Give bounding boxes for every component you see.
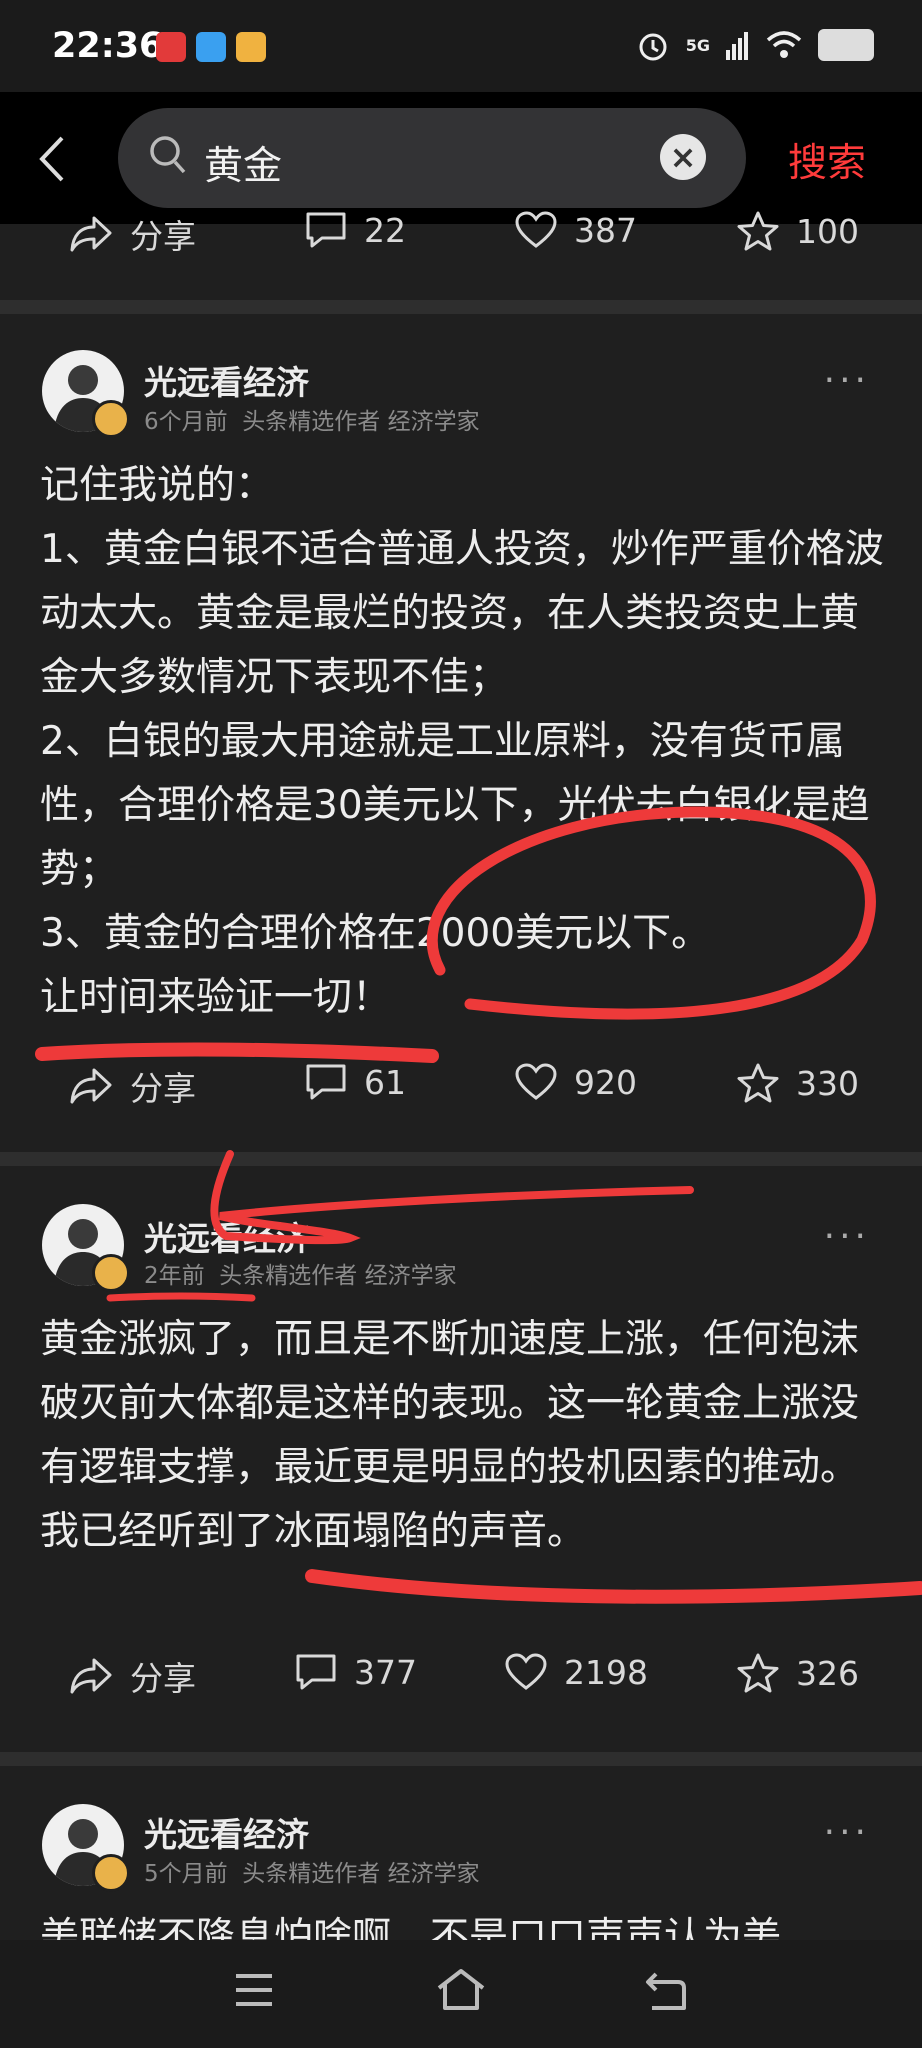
star-icon	[737, 1063, 779, 1103]
post-time: 5个月前	[144, 1861, 228, 1887]
divider	[0, 1752, 922, 1766]
status-icons: 5G	[636, 28, 874, 62]
network-label: 5G	[685, 35, 710, 55]
author-name[interactable]: 光远看经济	[144, 356, 309, 404]
system-nav-bar	[0, 1940, 922, 2048]
comment-count: 377	[354, 1652, 417, 1692]
like-count: 920	[574, 1062, 637, 1102]
post-meta: 6个月前 头条精选作者 经济学家	[144, 402, 480, 436]
action-bar-prev: 分享 22 387 100	[0, 210, 922, 270]
divider	[0, 1152, 922, 1166]
action-bar: 分享 61 920 330	[0, 1062, 922, 1122]
share-button[interactable]: 分享	[68, 1652, 196, 1700]
clear-icon[interactable]: ×	[660, 134, 706, 180]
post-card[interactable]: 光远看经济 5个月前 头条精选作者 经济学家 ··· 美联储不降息怕啥啊，不是口…	[0, 1766, 922, 1940]
search-header: 黄金 × 搜索	[0, 92, 922, 224]
post-text[interactable]: 黄金涨疯了，而且是不断加速度上涨，任何泡沫破灭前大体都是这样的表现。这一轮黄金上…	[40, 1308, 890, 1564]
share-icon	[70, 1658, 112, 1694]
comment-button[interactable]: 22	[304, 210, 406, 250]
author-tags: 头条精选作者 经济学家	[219, 1263, 457, 1289]
like-count: 2198	[564, 1652, 648, 1692]
post-meta: 5个月前 头条精选作者 经济学家	[144, 1854, 480, 1888]
post-time: 6个月前	[144, 409, 228, 435]
favorite-count: 330	[796, 1063, 859, 1103]
post-card[interactable]: 光远看经济 6个月前 头条精选作者 经济学家 ··· 记住我说的： 1、黄金白银…	[0, 314, 922, 1146]
favorite-button[interactable]: 326	[736, 1652, 859, 1694]
share-icon	[70, 216, 112, 252]
alarm-icon	[639, 33, 667, 61]
status-time: 22:36	[52, 26, 164, 66]
verified-badge-icon	[92, 1854, 130, 1892]
author-tags: 头条精选作者 经济学家	[242, 409, 480, 435]
search-input[interactable]: 黄金 ×	[118, 108, 746, 208]
post-card[interactable]: 光远看经济 2年前 头条精选作者 经济学家 ··· 黄金涨疯了，而且是不断加速度…	[0, 1166, 922, 1746]
more-icon[interactable]: ···	[824, 360, 870, 401]
like-button[interactable]: 2198	[504, 1652, 648, 1692]
verified-badge-icon	[92, 400, 130, 438]
heart-icon	[505, 1653, 547, 1690]
home-icon[interactable]	[434, 1966, 488, 2012]
verified-badge-icon	[92, 1254, 130, 1292]
author-name[interactable]: 光远看经济	[144, 1808, 309, 1856]
divider	[0, 300, 922, 314]
more-icon[interactable]: ···	[824, 1216, 870, 1257]
search-button[interactable]: 搜索	[788, 132, 866, 188]
battery-icon	[818, 29, 874, 61]
favorite-count: 326	[796, 1653, 859, 1693]
back-icon[interactable]	[36, 134, 68, 192]
like-button[interactable]: 920	[514, 1062, 637, 1102]
share-button[interactable]: 分享	[68, 210, 196, 258]
search-query[interactable]: 黄金	[204, 135, 282, 191]
like-button[interactable]: 387	[514, 210, 637, 250]
comment-button[interactable]: 61	[304, 1062, 406, 1102]
post-text[interactable]: 美联储不降息怕啥啊，不是口口声声认为美	[40, 1906, 890, 1940]
toutiao-app-icon	[156, 32, 186, 62]
menu-icon[interactable]	[232, 1970, 276, 2010]
comment-count: 22	[364, 210, 406, 250]
like-count: 387	[574, 210, 637, 250]
status-bar: 22:36 5G	[0, 0, 922, 92]
comment-count: 61	[364, 1062, 406, 1102]
back-nav-icon[interactable]	[642, 1968, 688, 2012]
post-text[interactable]: 记住我说的： 1、黄金白银不适合普通人投资，炒作严重价格波动太大。黄金是最烂的投…	[40, 454, 890, 1030]
share-label: 分享	[130, 1069, 196, 1108]
wallet-app-icon	[236, 32, 266, 62]
weather-app-icon	[196, 32, 226, 62]
more-icon[interactable]: ···	[824, 1812, 870, 1853]
favorite-button[interactable]: 100	[736, 210, 859, 252]
share-label: 分享	[130, 1659, 196, 1698]
comment-icon	[306, 1064, 346, 1100]
search-icon	[150, 136, 186, 174]
star-icon	[737, 1653, 779, 1693]
action-bar: 分享 377 2198 326	[0, 1652, 922, 1712]
favorite-count: 100	[796, 211, 859, 251]
star-icon	[737, 211, 779, 251]
heart-icon	[515, 211, 557, 248]
heart-icon	[515, 1063, 557, 1100]
favorite-button[interactable]: 330	[736, 1062, 859, 1104]
author-name[interactable]: 光远看经济	[144, 1212, 309, 1260]
wifi-icon	[766, 31, 802, 58]
share-icon	[70, 1068, 112, 1104]
share-label: 分享	[130, 217, 196, 256]
signal-icon	[726, 32, 748, 60]
post-meta: 2年前 头条精选作者 经济学家	[144, 1256, 457, 1290]
share-button[interactable]: 分享	[68, 1062, 196, 1110]
comment-button[interactable]: 377	[294, 1652, 417, 1692]
post-time: 2年前	[144, 1263, 205, 1289]
comment-icon	[296, 1654, 336, 1690]
author-tags: 头条精选作者 经济学家	[242, 1861, 480, 1887]
comment-icon	[306, 212, 346, 248]
